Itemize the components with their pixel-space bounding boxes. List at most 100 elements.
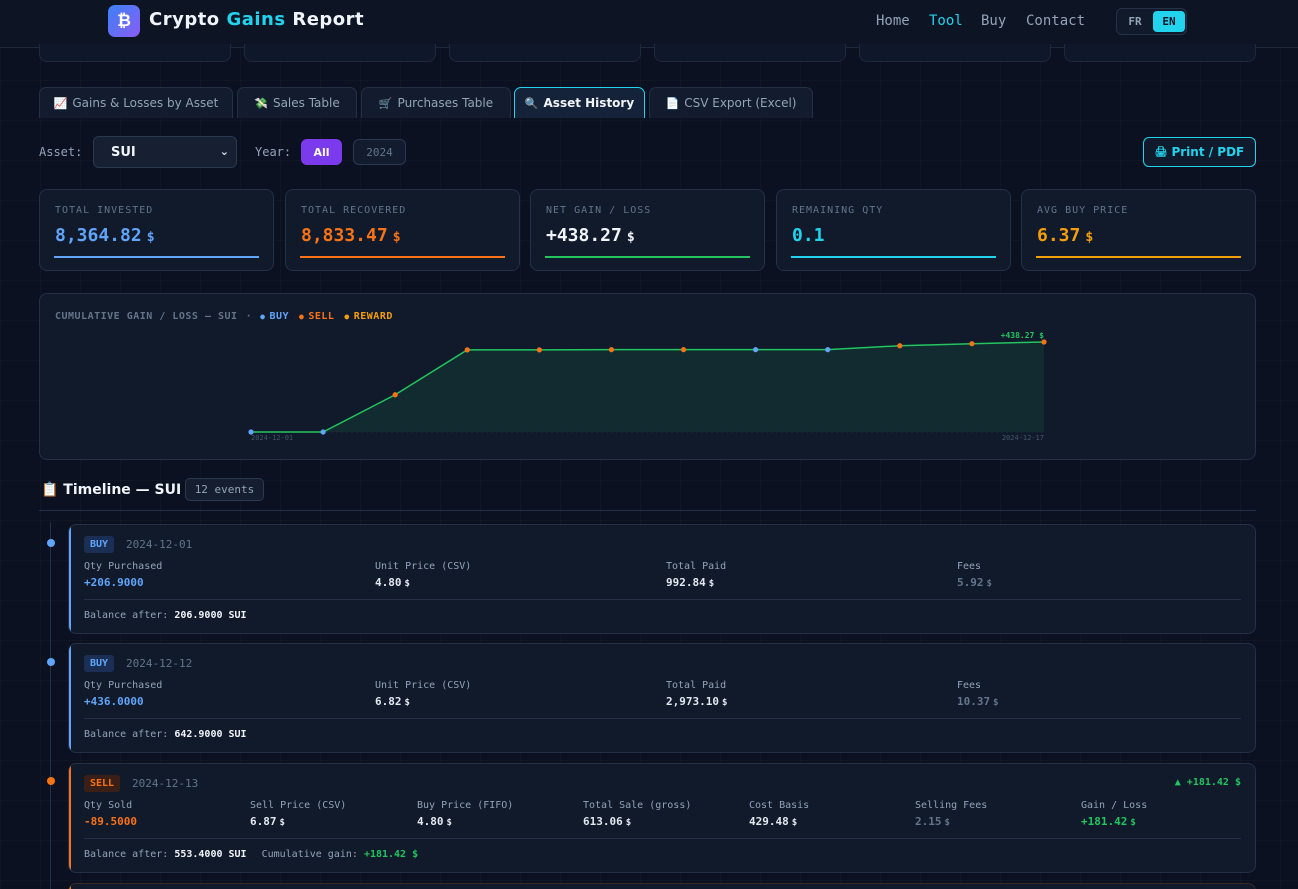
printer-icon: 🖨: [1154, 146, 1168, 158]
nav-buy[interactable]: Buy: [981, 13, 1006, 29]
chart-point-sell: [392, 392, 398, 398]
lang-fr-button[interactable]: FR: [1119, 11, 1151, 32]
tab-gains-losses[interactable]: 📈 Gains & Losses by Asset: [39, 87, 233, 118]
field-unit: $: [279, 818, 285, 828]
chart-icon: 📈: [53, 96, 68, 110]
timeline-event-sell[interactable]: [68, 883, 1256, 889]
divider: [39, 510, 1256, 511]
field-value: 5.92 $: [957, 576, 992, 589]
chart-point-sell: [536, 347, 542, 353]
timeline-dot: [47, 777, 55, 785]
field-number: 6.87: [250, 815, 277, 828]
field-label: Total Paid: [666, 561, 727, 572]
event-type-badge: BUY: [84, 655, 115, 672]
field-unit: $: [708, 579, 715, 589]
field-label: Fees: [957, 680, 982, 691]
nav-contact[interactable]: Contact: [1026, 13, 1085, 29]
clipped-panel: [449, 44, 641, 62]
timeline-event-sell[interactable]: SELL 2024-12-13 ▲ +181.42 $ Qty Sold -89…: [68, 763, 1256, 873]
timeline-title: 📋 Timeline — SUI: [41, 482, 182, 498]
stat-unit: $: [392, 230, 401, 245]
stat-number: 8,833.47: [301, 225, 388, 246]
bitcoin-logo-icon: ₿: [108, 5, 140, 37]
document-icon: 📄: [665, 96, 680, 110]
field-label: Selling Fees: [915, 800, 988, 811]
tab-label: Purchases Table: [397, 96, 494, 110]
chart-end-value-label: +438.27 $: [1001, 331, 1045, 340]
field-unit: $: [993, 698, 999, 708]
stat-number: 8,364.82: [55, 225, 142, 246]
year-all-button[interactable]: All: [301, 139, 342, 165]
stat-accent-bar: [54, 256, 259, 258]
field-value: 992.84 $: [666, 576, 714, 589]
brand-title[interactable]: Crypto Gains Report: [149, 9, 364, 30]
timeline-event-buy[interactable]: BUY 2024-12-01 Qty Purchased +206.9000 U…: [68, 524, 1256, 634]
top-bar: ₿ Crypto Gains Report Home Tool Buy Cont…: [0, 0, 1298, 48]
tab-label: Sales Table: [272, 96, 340, 110]
stat-label: NET GAIN / LOSS: [546, 205, 652, 216]
field-unit: $: [986, 579, 992, 589]
clipped-panel: [244, 44, 436, 62]
stat-card-avg-buy-price: AVG BUY PRICE 6.37 $: [1021, 189, 1256, 271]
tab-asset-history[interactable]: 🔍 Asset History: [514, 87, 645, 118]
field-value: +181.42 $: [1081, 815, 1136, 828]
balance-label: Balance after:: [84, 849, 169, 860]
stat-value: 0.1: [792, 225, 825, 246]
field-label: Unit Price (CSV): [375, 680, 472, 691]
event-type-badge: BUY: [84, 536, 115, 553]
field-number: 429.48: [749, 815, 789, 828]
divider: [84, 838, 1241, 839]
field-number: 613.06: [583, 815, 623, 828]
cumulative-gain-chart-panel: CUMULATIVE GAIN / LOSS — SUI · ● BUY ● SELL ● R…: [39, 293, 1256, 460]
year-2024-button[interactable]: 2024: [353, 139, 406, 165]
tab-purchases-table[interactable]: 🛒 Purchases Table: [361, 87, 511, 118]
field-value: 2,973.10 $: [666, 695, 727, 708]
stat-unit: $: [146, 230, 155, 245]
asset-select[interactable]: SUI ⌄: [93, 136, 237, 168]
event-accent-bar: [69, 884, 71, 889]
clipped-panel: [39, 44, 231, 62]
field-unit: $: [446, 818, 452, 828]
language-switcher: FR EN: [1116, 8, 1187, 35]
nav-home[interactable]: Home: [876, 13, 910, 29]
divider: [84, 718, 1241, 719]
money-icon: 💸: [254, 96, 268, 110]
lang-en-button[interactable]: EN: [1153, 11, 1185, 32]
stat-card-net-gain: NET GAIN / LOSS +438.27 $: [530, 189, 765, 271]
timeline-event-buy[interactable]: BUY 2024-12-12 Qty Purchased +436.0000 U…: [68, 643, 1256, 753]
field-unit: $: [1130, 818, 1136, 828]
cumulative-gain-value: +181.42 $: [363, 849, 419, 860]
field-number: 10.37: [957, 695, 991, 708]
stat-unit: $: [1085, 230, 1094, 245]
print-pdf-button[interactable]: 🖨 Print / PDF: [1143, 137, 1256, 167]
divider: [84, 599, 1241, 600]
chart-point-sell: [1041, 339, 1047, 345]
field-unit: $: [721, 698, 728, 708]
balance-value: 553.4000 SUI: [174, 849, 247, 860]
asset-label: Asset:: [39, 145, 83, 159]
chart-point-sell: [608, 347, 615, 353]
chart-point-buy: [825, 347, 831, 353]
field-number: 4.80: [417, 815, 444, 828]
field-value: 4.80 $: [417, 815, 452, 828]
brand-part-2: Report: [285, 9, 365, 30]
tab-sales-table[interactable]: 💸 Sales Table: [237, 87, 357, 118]
field-value: 2.15 $: [915, 815, 950, 828]
field-value: 6.87 $: [250, 815, 285, 828]
event-date: 2024-12-12: [126, 657, 193, 670]
chart-area-fill: [251, 342, 1044, 432]
stat-value: 8,364.82 $: [55, 225, 155, 246]
stat-card-total-invested: TOTAL INVESTED 8,364.82 $: [39, 189, 274, 271]
asset-select-value: SUI: [111, 144, 136, 160]
balance-after: Balance after: 206.9000 SUI: [84, 610, 247, 621]
brand-accent: Gains: [226, 9, 286, 30]
field-unit: $: [404, 698, 410, 708]
balance-value: 206.9000 SUI: [174, 610, 247, 621]
stat-label: TOTAL RECOVERED: [301, 205, 407, 216]
nav-tool[interactable]: Tool: [929, 13, 963, 29]
balance-value: 642.9000 SUI: [174, 729, 247, 740]
field-unit: $: [625, 818, 632, 828]
field-label: Sell Price (CSV): [250, 800, 347, 811]
stat-number: 0.1: [792, 225, 825, 246]
tab-csv-export[interactable]: 📄 CSV Export (Excel): [649, 87, 813, 118]
